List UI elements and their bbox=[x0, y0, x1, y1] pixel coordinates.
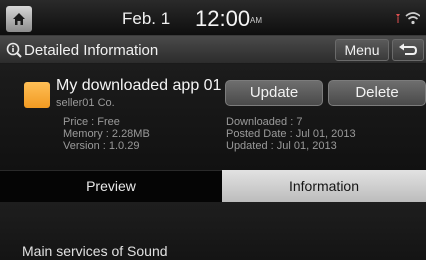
updated-text: Updated : Jul 01, 2013 bbox=[226, 140, 337, 152]
posted-date-text: Posted Date : Jul 01, 2013 bbox=[226, 128, 356, 140]
tab-bar: Preview Information bbox=[0, 170, 426, 202]
update-button[interactable]: Update bbox=[225, 80, 323, 106]
delete-button[interactable]: Delete bbox=[328, 80, 426, 106]
price-text: Price : Free bbox=[63, 116, 120, 128]
back-arrow-icon bbox=[399, 43, 418, 55]
home-button[interactable] bbox=[6, 6, 32, 32]
app-info-panel: My downloaded app 01 seller01 Co. Update… bbox=[0, 64, 426, 170]
status-ampm: AM bbox=[250, 16, 262, 25]
memory-text: Memory : 2.28MB bbox=[63, 128, 150, 140]
info-search-icon bbox=[6, 42, 22, 58]
downloaded-text: Downloaded : 7 bbox=[226, 116, 303, 128]
seller-name: seller01 Co. bbox=[56, 97, 115, 109]
status-bar: Feb. 1 12:00 AM bbox=[0, 0, 426, 36]
signal-wifi-icon bbox=[396, 12, 420, 25]
page-title: Detailed Information bbox=[24, 42, 159, 59]
app-details-left: Price : Free Memory : 2.28MB Version : 1… bbox=[63, 116, 150, 152]
menu-button[interactable]: Menu bbox=[335, 39, 389, 61]
description-text: Main services of Sound bbox=[22, 243, 168, 259]
tab-information[interactable]: Information bbox=[222, 170, 426, 202]
app-name: My downloaded app 01 bbox=[56, 77, 222, 94]
back-button[interactable] bbox=[392, 39, 424, 61]
app-icon bbox=[24, 82, 50, 108]
header-bar: Detailed Information Menu bbox=[0, 36, 426, 64]
information-content: Main services of Sound bbox=[0, 202, 426, 260]
app-details-right: Downloaded : 7 Posted Date : Jul 01, 201… bbox=[226, 116, 356, 152]
status-date: Feb. 1 bbox=[122, 9, 171, 28]
version-text: Version : 1.0.29 bbox=[63, 140, 140, 152]
tab-preview[interactable]: Preview bbox=[0, 170, 222, 202]
home-icon bbox=[13, 13, 25, 25]
status-time: 12:00 bbox=[195, 6, 251, 31]
